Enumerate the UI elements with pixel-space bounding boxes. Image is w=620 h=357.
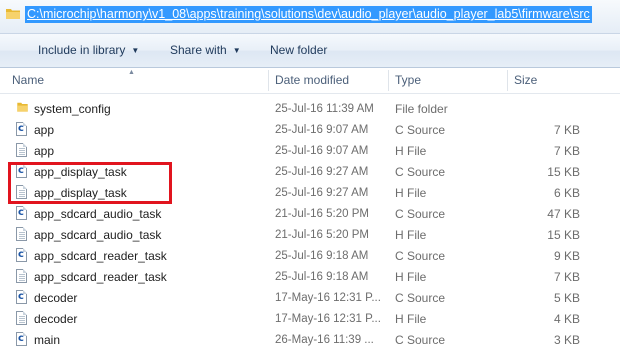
share-with-label: Share with	[170, 43, 227, 57]
file-type: H File	[395, 312, 427, 326]
file-name: decoder	[34, 312, 78, 326]
file-type: C Source	[395, 123, 446, 137]
file-date: 21-Jul-16 5:20 PM	[275, 229, 369, 241]
column-header-size[interactable]: Size	[514, 68, 537, 93]
file-row[interactable]: app_sdcard_reader_task 25-Jul-16 9:18 AM…	[0, 267, 620, 288]
include-in-library-button[interactable]: Include in library ▼	[38, 34, 139, 67]
file-row[interactable]: c app 25-Jul-16 9:07 AM C Source 7 KB	[0, 120, 620, 141]
file-date: 25-Jul-16 9:18 AM	[275, 271, 369, 283]
file-row[interactable]: c app_sdcard_audio_task 21-Jul-16 5:20 P…	[0, 204, 620, 225]
column-header-date-modified[interactable]: Date modified	[275, 68, 349, 93]
column-headers: Name ▲ Date modified Type Size	[0, 68, 620, 94]
file-row[interactable]: decoder 17-May-16 12:31 P... H File 4 KB	[0, 309, 620, 330]
file-size: 7 KB	[553, 270, 580, 284]
file-name: app_sdcard_audio_task	[34, 207, 162, 221]
c-source-file-icon: c	[16, 332, 28, 347]
file-date: 17-May-16 12:31 P...	[275, 292, 381, 304]
file-row[interactable]: app 25-Jul-16 9:07 AM H File 7 KB	[0, 141, 620, 162]
file-size: 6 KB	[553, 186, 580, 200]
c-source-file-icon: c	[16, 248, 28, 263]
file-size: 7 KB	[553, 144, 580, 158]
file-name: app_sdcard_reader_task	[34, 249, 167, 263]
file-size: 3 KB	[553, 333, 580, 347]
folder-icon	[6, 9, 20, 19]
file-name: main	[34, 333, 61, 347]
h-file-icon	[16, 269, 28, 284]
new-folder-button[interactable]: New folder	[270, 34, 327, 67]
file-name: system_config	[34, 102, 111, 116]
file-date: 25-Jul-16 9:07 AM	[275, 124, 369, 136]
folder-icon	[17, 102, 28, 112]
file-row[interactable]: c app_sdcard_reader_task 25-Jul-16 9:18 …	[0, 246, 620, 267]
file-type: H File	[395, 144, 427, 158]
file-type: C Source	[395, 207, 446, 221]
file-date: 25-Jul-16 9:27 AM	[275, 187, 369, 199]
chevron-down-icon: ▼	[131, 46, 140, 55]
file-size: 7 KB	[553, 123, 580, 137]
file-date: 17-May-16 12:31 P...	[275, 313, 381, 325]
column-divider[interactable]	[388, 70, 389, 91]
file-size: 5 KB	[553, 291, 580, 305]
c-source-file-icon: c	[16, 122, 28, 137]
file-type: C Source	[395, 291, 446, 305]
c-source-file-icon: c	[16, 206, 28, 221]
file-name: decoder	[34, 291, 78, 305]
file-size: 15 KB	[547, 165, 580, 179]
file-name: app	[34, 144, 55, 158]
file-name: app_sdcard_audio_task	[34, 228, 162, 242]
file-name: app	[34, 123, 55, 137]
c-source-file-icon: c	[16, 290, 28, 305]
file-date: 21-Jul-16 5:20 PM	[275, 208, 369, 220]
file-type: H File	[395, 270, 427, 284]
file-type: H File	[395, 186, 427, 200]
file-size: 47 KB	[547, 207, 580, 221]
command-bar: Include in library ▼ Share with ▼ New fold…	[0, 34, 620, 68]
file-type: H File	[395, 228, 427, 242]
file-row[interactable]: c main 26-May-16 11:39 ... C Source 3 KB	[0, 330, 620, 351]
file-size: 15 KB	[547, 228, 580, 242]
file-type: C Source	[395, 165, 446, 179]
h-file-icon	[16, 311, 28, 326]
file-size: 9 KB	[553, 249, 580, 263]
share-with-button[interactable]: Share with ▼	[170, 34, 241, 67]
sort-ascending-icon: ▲	[128, 69, 135, 76]
file-type: C Source	[395, 333, 446, 347]
file-date: 25-Jul-16 9:27 AM	[275, 166, 369, 178]
highlight-box	[8, 162, 172, 204]
file-date: 25-Jul-16 11:39 AM	[275, 103, 374, 115]
file-name: app_sdcard_reader_task	[34, 270, 167, 284]
file-type: C Source	[395, 249, 446, 263]
column-header-name[interactable]: Name	[12, 68, 44, 93]
new-folder-label: New folder	[270, 43, 328, 57]
file-list: system_config 25-Jul-16 11:39 AM File fo…	[0, 99, 620, 351]
file-row[interactable]: c decoder 17-May-16 12:31 P... C Source …	[0, 288, 620, 309]
file-type: File folder	[395, 102, 448, 116]
file-date: 26-May-16 11:39 ...	[275, 334, 374, 346]
h-file-icon	[16, 227, 28, 242]
address-bar[interactable]: C:\microchip\harmony\v1_08\apps\training…	[0, 0, 620, 34]
chevron-down-icon: ▼	[232, 46, 241, 55]
file-size: 4 KB	[553, 312, 580, 326]
file-date: 25-Jul-16 9:07 AM	[275, 145, 369, 157]
file-date: 25-Jul-16 9:18 AM	[275, 250, 369, 262]
file-row[interactable]: system_config 25-Jul-16 11:39 AM File fo…	[0, 99, 620, 120]
h-file-icon	[16, 143, 28, 158]
column-divider[interactable]	[268, 70, 269, 91]
file-row[interactable]: app_sdcard_audio_task 21-Jul-16 5:20 PM …	[0, 225, 620, 246]
include-in-library-label: Include in library	[38, 43, 126, 57]
address-path[interactable]: C:\microchip\harmony\v1_08\apps\training…	[25, 6, 592, 23]
column-header-type[interactable]: Type	[395, 68, 421, 93]
column-divider[interactable]	[507, 70, 508, 91]
